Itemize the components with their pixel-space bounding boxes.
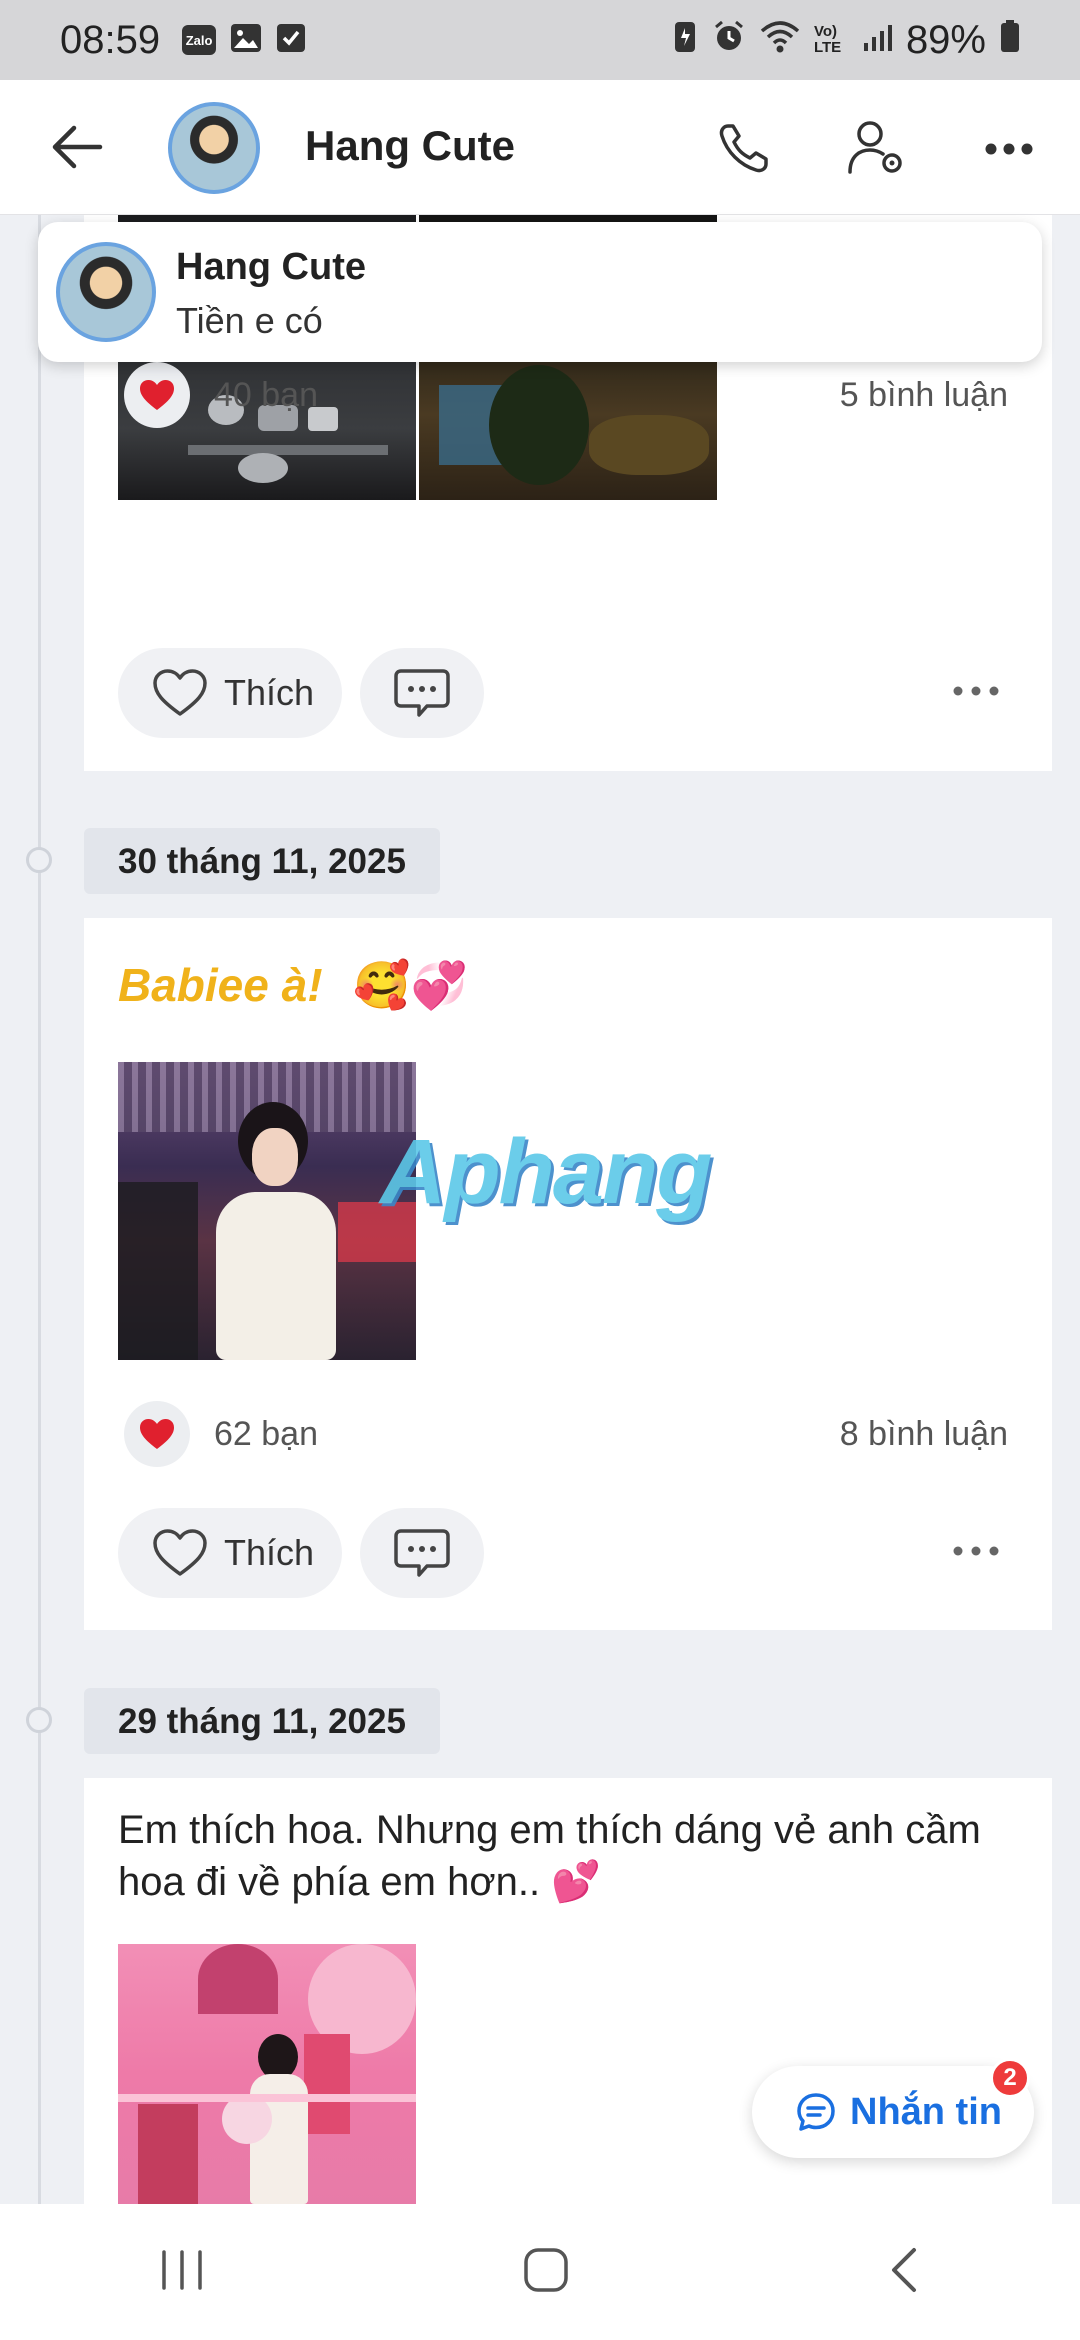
unread-badge: 2 xyxy=(990,2058,1030,2098)
home-icon[interactable] xyxy=(522,2246,570,2299)
image-icon xyxy=(230,18,262,63)
post-photo-girl[interactable] xyxy=(118,1062,416,1360)
profile-avatar[interactable] xyxy=(168,102,260,194)
app-header: Hang Cute xyxy=(0,80,1080,215)
battery-level: 89% xyxy=(905,17,986,62)
post-text-emoji: 💕 xyxy=(551,1860,601,1904)
checkbox-icon xyxy=(276,18,306,63)
like-button[interactable]: Thích xyxy=(118,648,343,738)
heart-reaction-icon[interactable] xyxy=(124,1401,190,1467)
action-row: Thích xyxy=(118,648,1008,738)
user-settings-icon[interactable] xyxy=(846,118,906,178)
reaction-row: 40 bạn 5 bình luận xyxy=(124,362,1008,428)
battery-saver-icon xyxy=(672,18,698,63)
comment-count[interactable]: 5 bình luận xyxy=(840,376,1008,415)
like-button[interactable]: Thích xyxy=(118,1508,343,1598)
status-time: 08:59 xyxy=(60,17,161,62)
phone-icon[interactable] xyxy=(714,118,774,178)
notification-avatar xyxy=(56,242,156,342)
message-notification[interactable]: Hang Cute Tiền e có xyxy=(38,222,1042,362)
watermark: Aphang xyxy=(380,1121,712,1223)
post-text: Em thích hoa. Nhưng em thích dáng vẻ anh… xyxy=(118,1804,1012,1908)
reaction-count[interactable]: 40 bạn xyxy=(214,376,318,415)
date-chip: 29 tháng 11, 2025 xyxy=(84,1688,440,1754)
reaction-row xyxy=(124,1240,1008,1306)
chat-bubble-icon xyxy=(797,2093,835,2131)
system-nav-bar xyxy=(0,2204,1080,2340)
signal-icon xyxy=(862,18,892,63)
post-more-icon[interactable] xyxy=(952,1544,1000,1562)
comment-count[interactable]: 8 bình luận xyxy=(840,1415,1008,1454)
timeline-dot xyxy=(26,847,52,873)
message-button-label: Nhắn tin xyxy=(850,2090,1002,2133)
like-label: Thích xyxy=(224,672,315,713)
back-arrow-icon[interactable] xyxy=(48,122,108,172)
zalo-notification-icon: Zalo xyxy=(182,25,217,55)
page-title: Hang Cute xyxy=(305,122,515,169)
more-icon[interactable] xyxy=(984,142,1044,202)
date-chip: 30 tháng 11, 2025 xyxy=(84,828,440,894)
comment-button[interactable] xyxy=(360,648,485,738)
comment-button[interactable] xyxy=(360,1508,485,1598)
post-title-emoji: 🥰💞 xyxy=(353,959,468,1011)
action-row: Thích xyxy=(118,1508,1008,1598)
alarm-icon xyxy=(712,18,746,63)
heart-reaction-icon[interactable] xyxy=(124,362,190,428)
post-more-icon[interactable] xyxy=(952,684,1000,702)
reaction-row: 62 bạn 8 bình luận xyxy=(124,1401,1008,1467)
lte-icon: Vo) LTE xyxy=(813,23,842,56)
post-photo-flowers[interactable] xyxy=(118,1944,416,2204)
wifi-icon xyxy=(760,18,800,63)
like-label: Thích xyxy=(224,1532,315,1573)
timeline-dot xyxy=(26,1707,52,1733)
post-text-body: Em thích hoa. Nhưng em thích dáng vẻ anh… xyxy=(118,1808,981,1904)
recent-apps-icon[interactable] xyxy=(158,2248,206,2297)
message-button[interactable]: Nhắn tin 2 xyxy=(752,2058,1034,2158)
notification-sender: Hang Cute xyxy=(176,246,366,288)
battery-icon xyxy=(1000,18,1020,63)
status-bar: 08:59 Zalo Vo) LTE 89% xyxy=(0,0,1080,80)
notification-message: Tiền e có xyxy=(176,300,323,341)
reaction-count[interactable]: 62 bạn xyxy=(214,1415,318,1454)
post-title-text: Babiee à! xyxy=(118,959,323,1011)
nav-back-icon[interactable] xyxy=(886,2246,922,2299)
timeline-line xyxy=(38,215,41,2205)
post-title: Babiee à! 🥰💞 xyxy=(118,958,468,1013)
